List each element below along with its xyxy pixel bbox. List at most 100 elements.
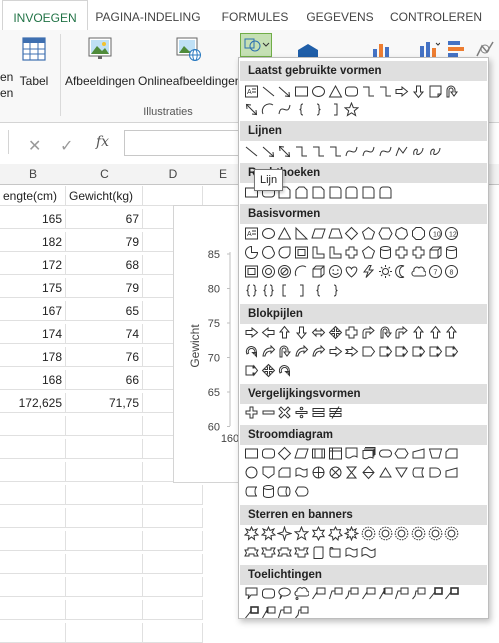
bordercall-shape-icon[interactable] [244,605,259,618]
pent-shape-icon[interactable] [361,226,376,241]
scribble-shape-icon[interactable] [411,144,426,159]
cell-lengte[interactable]: 182 [0,232,66,252]
star5-shape-icon[interactable] [294,526,310,541]
curved-shape-icon[interactable] [311,344,326,359]
xcirc-shape-icon[interactable] [328,465,343,480]
rtcall-shape-icon[interactable] [411,344,426,359]
star10-shape-icon[interactable] [411,526,426,541]
elbow-shape-icon[interactable] [361,84,376,99]
cell-lengte[interactable]: 174 [0,324,66,344]
line3call-shape-icon[interactable] [411,586,426,601]
frame-shape-icon[interactable] [244,264,259,279]
bent-shape-icon[interactable] [394,325,409,340]
tab-gegevens[interactable]: GEGEVENS [302,0,378,29]
prep-shape-icon[interactable] [394,446,409,461]
star10-shape-icon[interactable] [394,526,409,541]
uturn-shape-icon[interactable] [378,325,393,340]
bordercall-shape-icon[interactable] [444,586,460,601]
rbrace-shape-icon[interactable] [311,102,326,117]
column-header-c[interactable]: C [66,164,144,185]
line-shape-icon[interactable] [261,84,276,99]
trap-shape-icon[interactable] [327,226,343,241]
oval-shape-icon[interactable] [261,226,276,241]
oval-shape-icon[interactable] [311,84,326,99]
star10-shape-icon[interactable] [361,526,376,541]
manualin-shape-icon[interactable] [411,446,426,461]
curve-shape-icon[interactable] [344,144,359,159]
doublewave-shape-icon[interactable] [361,545,376,560]
scatter-chart[interactable]: Gewicht 85 80 75 70 65 60 160 [173,205,243,483]
uturn-shape-icon[interactable] [444,84,459,99]
cell-empty[interactable] [0,416,66,436]
tab-controleren[interactable]: CONTROLEREN [384,0,488,29]
diamond-shape-icon[interactable] [344,226,359,241]
cancel-icon[interactable]: ✕ [28,136,41,156]
cross-shape-icon[interactable] [394,245,409,260]
rbracket-shape-icon[interactable] [328,102,343,117]
lrarrow-shape-icon[interactable] [311,325,326,340]
cell-gewicht[interactable]: 74 [66,324,143,344]
rect-shape-icon[interactable] [244,446,259,461]
header-cell-gewicht[interactable]: Gewicht(kg) [66,186,143,206]
rtri-shape-icon[interactable] [294,226,309,241]
drum-shape-icon[interactable] [277,484,292,499]
cell-empty[interactable] [0,531,66,551]
cell-gewicht[interactable]: 79 [66,232,143,252]
star7-shape-icon[interactable] [327,526,343,541]
uarrow-shape-icon[interactable] [428,325,443,340]
cell-lengte[interactable]: 167 [0,301,66,321]
cube-shape-icon[interactable] [428,245,443,260]
name-box[interactable] [0,130,9,154]
card-shape-icon[interactable] [444,446,459,461]
round2-shape-icon[interactable] [378,185,393,200]
mult-shape-icon[interactable] [277,405,292,420]
can-shape-icon[interactable] [378,245,393,260]
column-header-d[interactable]: D [143,164,204,185]
arrowline-shape-icon[interactable] [277,84,292,99]
elbow-shape-icon[interactable] [378,84,393,99]
rect-shape-icon[interactable] [294,84,309,99]
confirm-icon[interactable]: ✓ [60,136,73,156]
linecall-shape-icon[interactable] [361,586,376,601]
cell-gewicht[interactable]: 71,75 [66,393,143,413]
tabel-button[interactable]: Tabel [14,36,54,98]
tape-shape-icon[interactable] [294,465,309,480]
cell-empty[interactable] [143,485,203,505]
hept-shape-icon[interactable] [394,226,409,241]
bent-shape-icon[interactable] [361,325,376,340]
insert-function-icon[interactable]: fx [96,134,109,150]
cell-empty[interactable] [66,554,143,574]
notched-shape-icon[interactable] [344,344,359,359]
circarrow-shape-icon[interactable] [277,363,292,378]
darr-shape-icon[interactable] [294,325,309,340]
cell-lengte[interactable]: 168 [0,370,66,390]
star10-shape-icon[interactable] [378,526,393,541]
rarrow-shape-icon[interactable] [328,344,343,359]
line3call-shape-icon[interactable] [294,605,309,618]
cell-empty[interactable] [0,439,66,459]
terminator-shape-icon[interactable] [378,446,393,461]
seven-shape-icon[interactable]: 7 [428,264,443,279]
freeform-shape-icon[interactable] [394,144,409,159]
cell-empty[interactable] [66,508,143,528]
rtcall-shape-icon[interactable] [444,344,459,359]
star4-shape-icon[interactable] [277,526,293,541]
darrow-shape-icon[interactable] [244,102,259,117]
octagon-shape-icon[interactable] [411,226,426,241]
heart-shape-icon[interactable] [344,264,359,279]
cell-empty[interactable] [66,623,143,643]
uarrow-shape-icon[interactable] [444,325,459,340]
plus-shape-icon[interactable] [244,405,259,420]
cell-lengte[interactable]: 172,625 [0,393,66,413]
rtcall-shape-icon[interactable] [428,344,443,359]
frame-shape-icon[interactable] [294,245,309,260]
cell-empty[interactable] [143,577,203,597]
rtcall-shape-icon[interactable] [394,344,409,359]
cell-gewicht[interactable]: 67 [66,209,143,229]
cell-empty[interactable] [66,462,143,482]
delay-shape-icon[interactable] [428,465,443,480]
rbrace-shape-icon[interactable] [328,283,343,298]
tri-shape-icon[interactable] [328,84,343,99]
storage-shape-icon[interactable] [244,484,259,499]
curve-shape-icon[interactable] [361,144,376,159]
